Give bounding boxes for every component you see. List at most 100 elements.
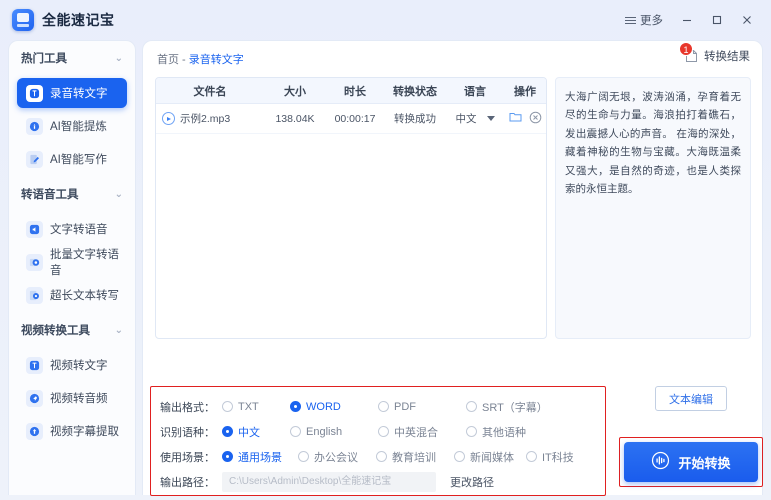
radio-label: 中文 bbox=[238, 426, 260, 439]
sidebar-group-tts[interactable]: 转语音工具 ⌄ bbox=[9, 177, 135, 211]
transcription-text: 大海广阔无垠，波涛汹涌，孕育着无尽的生命与力量。海浪拍打着礁石，发出震撼人心的声… bbox=[565, 91, 741, 195]
text-to-speech-icon bbox=[26, 220, 43, 238]
sidebar-item-ai-extract[interactable]: AI智能提炼 bbox=[17, 111, 127, 141]
remove-icon[interactable] bbox=[529, 111, 542, 127]
radio-label: 其他语种 bbox=[482, 426, 526, 439]
sidebar-item-long-text[interactable]: 超长文本转写 bbox=[17, 280, 127, 310]
radio-dot-icon bbox=[290, 401, 301, 412]
radio-dot-icon bbox=[298, 451, 309, 462]
table-header-row: 文件名 大小 时长 转换状态 语言 操作 bbox=[156, 78, 546, 104]
radio-format-txt[interactable]: TXT bbox=[222, 401, 290, 413]
sidebar-item-video-to-audio[interactable]: 视频转音频 bbox=[17, 383, 127, 413]
change-path-button[interactable]: 更改路径 bbox=[450, 474, 494, 490]
sidebar-item-ai-write[interactable]: AI智能写作 bbox=[17, 144, 127, 174]
minimize-icon[interactable] bbox=[673, 7, 701, 33]
radio-language-mixed[interactable]: 中英混合 bbox=[378, 424, 466, 440]
video-to-audio-icon bbox=[26, 389, 43, 407]
column-header-status: 转换状态 bbox=[393, 85, 437, 98]
radio-scenario-meeting[interactable]: 办公会议 bbox=[298, 449, 376, 465]
option-label-scenario: 使用场景： bbox=[160, 451, 215, 464]
folder-icon[interactable] bbox=[509, 111, 522, 126]
radio-label: SRT（字幕） bbox=[482, 401, 548, 414]
waveform-icon bbox=[651, 451, 670, 473]
sidebar: 热门工具 ⌄ 录音转文字 AI智能提炼 AI智能写作 转语音工具 ⌄ 文字转语音… bbox=[8, 40, 136, 495]
column-header-language: 语言 bbox=[464, 85, 486, 98]
sidebar-item-label: 文字转语音 bbox=[50, 224, 108, 236]
hamburger-icon bbox=[625, 16, 636, 24]
transcription-result-panel[interactable]: 大海广阔无垠，波涛汹涌，孕育着无尽的生命与力量。海浪拍打着礁石，发出震撼人心的声… bbox=[555, 77, 751, 339]
cell-filename: 示例2.mp3 bbox=[156, 111, 264, 126]
sidebar-item-label: 批量文字转语音 bbox=[50, 249, 119, 277]
app-title: 全能速记宝 bbox=[42, 12, 115, 28]
radio-format-srt[interactable]: SRT（字幕） bbox=[466, 399, 548, 415]
more-menu-button[interactable]: 更多 bbox=[617, 8, 671, 32]
close-icon[interactable] bbox=[733, 7, 761, 33]
breadcrumb-home[interactable]: 首页 bbox=[157, 54, 179, 66]
conversion-result-tab[interactable]: 1 转换结果 bbox=[679, 41, 750, 64]
radio-format-pdf[interactable]: PDF bbox=[378, 401, 466, 413]
title-bar: 全能速记宝 更多 bbox=[0, 0, 771, 40]
breadcrumb: 首页 - 录音转文字 bbox=[157, 51, 244, 67]
column-header-size: 大小 bbox=[284, 85, 306, 98]
sidebar-group-label: 视频转换工具 bbox=[21, 325, 90, 337]
sidebar-group-video[interactable]: 视频转换工具 ⌄ bbox=[9, 313, 135, 347]
sidebar-item-video-subtitle[interactable]: 视频字幕提取 bbox=[17, 416, 127, 446]
radio-label: WORD bbox=[306, 400, 341, 413]
start-button-highlight: 开始转换 bbox=[619, 437, 763, 487]
radio-scenario-education[interactable]: 教育培训 bbox=[376, 449, 454, 465]
radio-language-chinese[interactable]: 中文 bbox=[222, 424, 290, 440]
cell-size: 138.04K bbox=[275, 112, 315, 125]
video-subtitle-icon bbox=[26, 422, 43, 440]
language-text: 中文 bbox=[455, 113, 477, 125]
brand: 全能速记宝 bbox=[0, 9, 115, 31]
maximize-icon[interactable] bbox=[703, 7, 731, 33]
option-row-scenario: 使用场景： 通用场景 办公会议 教育培训 新闻媒体 IT科技 bbox=[160, 444, 596, 469]
radio-label: 办公会议 bbox=[314, 451, 358, 464]
sidebar-group-hot[interactable]: 热门工具 ⌄ bbox=[9, 41, 135, 75]
sidebar-item-video-to-text[interactable]: 视频转文字 bbox=[17, 350, 127, 380]
table-row[interactable]: 示例2.mp3 138.04K 00:00:17 转换成功 中文 bbox=[156, 104, 546, 134]
ai-extract-icon bbox=[26, 117, 43, 135]
sidebar-item-label: AI智能写作 bbox=[50, 154, 107, 166]
app-logo-icon bbox=[12, 9, 34, 31]
sidebar-item-label: 超长文本转写 bbox=[50, 290, 119, 302]
radio-scenario-it[interactable]: IT科技 bbox=[526, 449, 574, 465]
radio-dot-icon bbox=[454, 451, 465, 462]
sidebar-item-label: 视频转音频 bbox=[50, 393, 108, 405]
radio-scenario-news[interactable]: 新闻媒体 bbox=[454, 449, 526, 465]
document-icon: 1 bbox=[679, 41, 699, 64]
play-icon[interactable] bbox=[162, 112, 175, 125]
window-controls: 更多 bbox=[617, 7, 771, 33]
option-row-language: 识别语种： 中文 English 中英混合 其他语种 bbox=[160, 419, 596, 444]
audio-to-text-icon bbox=[26, 84, 43, 102]
conversion-result-label: 转换结果 bbox=[704, 51, 750, 63]
radio-language-other[interactable]: 其他语种 bbox=[466, 424, 526, 440]
text-edit-button[interactable]: 文本编辑 bbox=[655, 386, 727, 411]
option-label-language: 识别语种： bbox=[160, 426, 215, 439]
radio-dot-icon bbox=[526, 451, 537, 462]
chevron-down-icon: ⌄ bbox=[114, 324, 123, 336]
radio-dot-icon bbox=[466, 426, 477, 437]
radio-scenario-general[interactable]: 通用场景 bbox=[222, 449, 298, 465]
column-header-action: 操作 bbox=[514, 85, 536, 98]
sidebar-item-batch-text-to-speech[interactable]: 批量文字转语音 bbox=[17, 247, 127, 277]
cell-language[interactable]: 中文 bbox=[446, 111, 504, 126]
radio-language-english[interactable]: English bbox=[290, 426, 378, 438]
ai-write-icon bbox=[26, 150, 43, 168]
sidebar-item-audio-to-text[interactable]: 录音转文字 bbox=[17, 78, 127, 108]
output-path-input[interactable]: C:\Users\Admin\Desktop\全能速记宝 bbox=[222, 472, 436, 492]
option-row-output-format: 输出格式： TXT WORD PDF SRT（字幕） bbox=[160, 394, 596, 419]
cell-duration: 00:00:17 bbox=[334, 112, 376, 125]
start-conversion-button[interactable]: 开始转换 bbox=[624, 442, 758, 482]
radio-dot-icon bbox=[376, 451, 387, 462]
chevron-down-icon: ⌄ bbox=[114, 52, 123, 64]
sidebar-item-text-to-speech[interactable]: 文字转语音 bbox=[17, 214, 127, 244]
breadcrumb-separator: - bbox=[179, 54, 189, 66]
radio-format-word[interactable]: WORD bbox=[290, 401, 378, 413]
filename-text: 示例2.mp3 bbox=[180, 113, 231, 125]
chevron-down-icon[interactable] bbox=[486, 116, 495, 121]
breadcrumb-current: 录音转文字 bbox=[188, 54, 244, 66]
radio-label: 新闻媒体 bbox=[470, 451, 514, 464]
result-badge: 1 bbox=[679, 41, 693, 56]
batch-text-to-speech-icon bbox=[26, 253, 43, 271]
